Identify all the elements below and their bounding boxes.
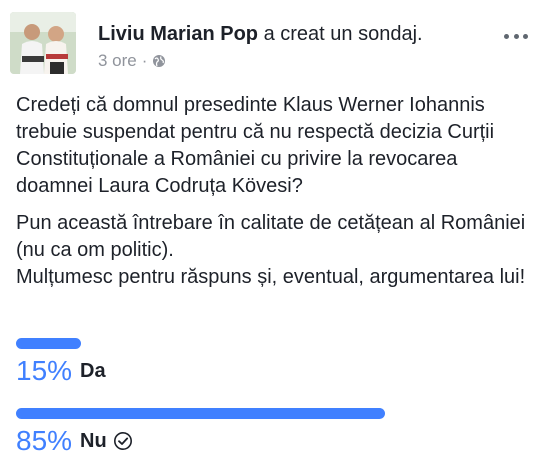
poll-bar-fill-nu bbox=[16, 408, 385, 419]
post-header: Liviu Marian Pop a creat un sondaj. 3 or… bbox=[10, 12, 530, 74]
more-options-icon[interactable] bbox=[504, 32, 528, 40]
poll-question: Credeți că domnul presedinte Klaus Werne… bbox=[16, 94, 495, 197]
poll-note-line-1: Pun această întrebare în calitate de cet… bbox=[16, 212, 526, 261]
poll-option-label: Nu bbox=[80, 429, 107, 452]
poll-bar-fill-da bbox=[16, 338, 81, 349]
post-action: a creat un sondaj. bbox=[263, 23, 423, 45]
poll-note-line-2: Mulțumesc pentru răspuns și, eventual, a… bbox=[16, 266, 526, 288]
poll-option-row: 85% Nu bbox=[16, 425, 133, 457]
author-line: Liviu Marian Pop a creat un sondaj. bbox=[98, 22, 423, 46]
post-time[interactable]: 3 ore bbox=[98, 51, 137, 71]
author-name[interactable]: Liviu Marian Pop bbox=[98, 23, 258, 45]
poll-bar-track bbox=[16, 338, 466, 349]
avatar-photo bbox=[10, 12, 76, 74]
meta-separator: · bbox=[141, 51, 148, 70]
post-meta: 3 ore · bbox=[98, 51, 166, 71]
poll-option-label: Da bbox=[80, 359, 106, 382]
poll-bar-track bbox=[16, 408, 466, 419]
poll-option-percent: 15% bbox=[16, 355, 73, 386]
poll-note: Pun această întrebare în calitate de cet… bbox=[16, 210, 532, 291]
poll-option-row: 15% Da bbox=[16, 355, 106, 387]
globe-icon[interactable] bbox=[152, 54, 166, 68]
poll-option-percent: 85% bbox=[16, 425, 73, 456]
author-avatar[interactable] bbox=[10, 12, 76, 74]
voted-check-icon bbox=[113, 432, 132, 450]
